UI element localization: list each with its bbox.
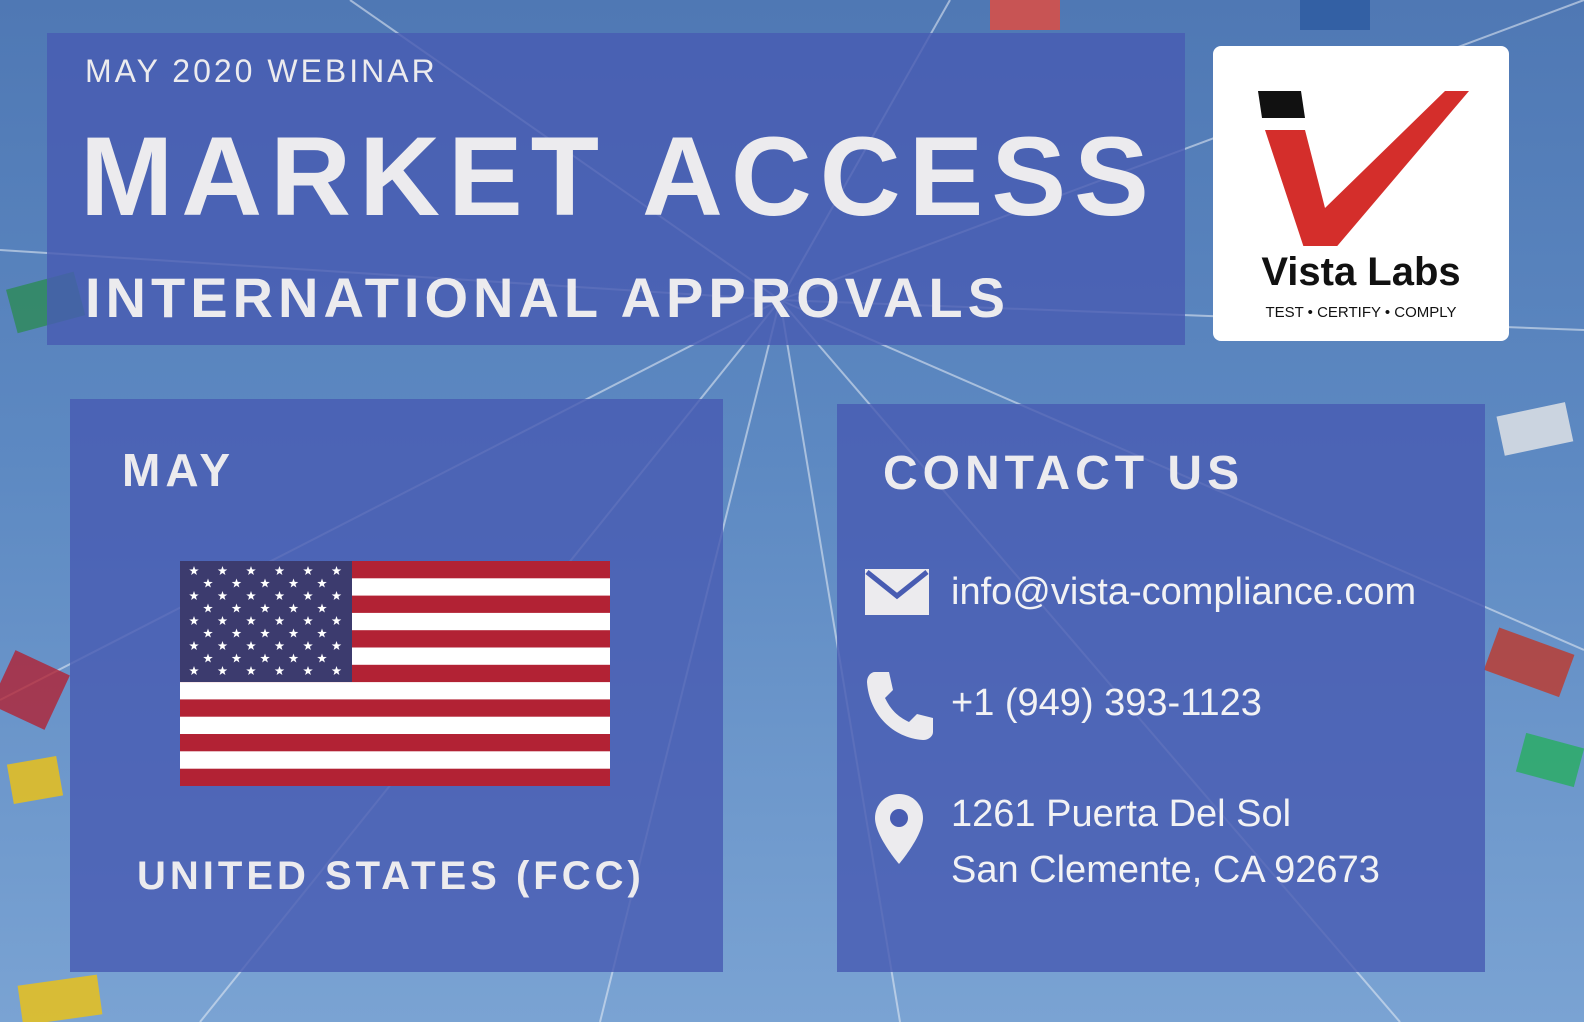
month-panel: MAY UNITED STATES (FCC) bbox=[70, 399, 723, 972]
webinar-kicker: MAY 2020 WEBINAR bbox=[85, 53, 438, 89]
page-title: MARKET ACCESS bbox=[80, 114, 1157, 239]
checkmark-logo-icon bbox=[1258, 91, 1469, 246]
contact-heading: CONTACT US bbox=[883, 447, 1245, 500]
us-flag-icon bbox=[180, 561, 610, 786]
header-panel: MAY 2020 WEBINAR MARKET ACCESS INTERNATI… bbox=[47, 33, 1185, 345]
contact-address: 1261 Puerta Del Sol San Clemente, CA 926… bbox=[951, 786, 1380, 898]
contact-panel: CONTACT US info@vista-compliance.com +1 … bbox=[837, 404, 1485, 972]
month-label: MAY bbox=[122, 444, 235, 496]
contact-phone[interactable]: +1 (949) 393-1123 bbox=[951, 675, 1262, 731]
logo-tagline: TEST • CERTIFY • COMPLY bbox=[1265, 304, 1457, 321]
mail-icon bbox=[865, 569, 929, 615]
location-pin-icon bbox=[875, 794, 923, 864]
address-line-1: 1261 Puerta Del Sol bbox=[951, 793, 1292, 835]
contact-email[interactable]: info@vista-compliance.com bbox=[951, 564, 1416, 620]
country-label: UNITED STATES (FCC) bbox=[137, 854, 645, 898]
address-line-2: San Clemente, CA 92673 bbox=[951, 849, 1380, 891]
phone-icon bbox=[867, 672, 933, 740]
page-subtitle: INTERNATIONAL APPROVALS bbox=[85, 266, 1010, 329]
logo-name: Vista Labs bbox=[1261, 250, 1461, 294]
vista-labs-logo: Vista Labs TEST • CERTIFY • COMPLY bbox=[1213, 46, 1509, 341]
